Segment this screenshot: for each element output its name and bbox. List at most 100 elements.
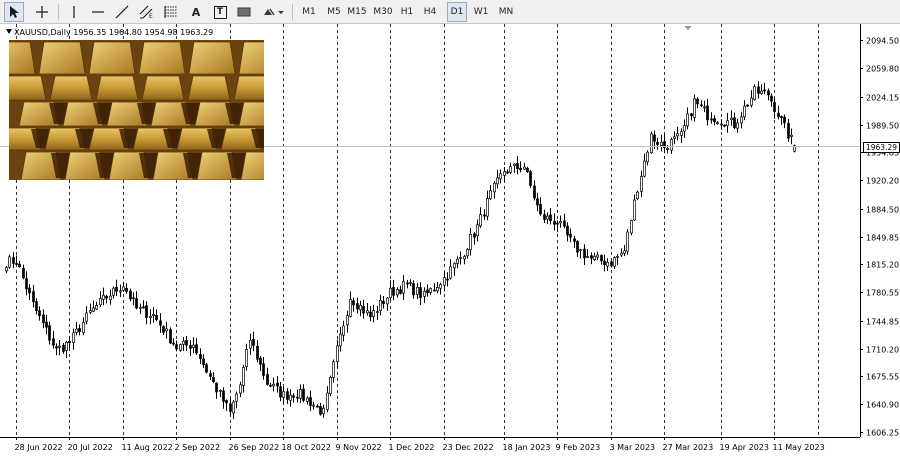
candle-bullish [396, 289, 399, 296]
cursor-button[interactable] [4, 2, 24, 22]
candle-bearish [162, 326, 165, 333]
candle-bearish [473, 233, 476, 238]
shapes-dropdown-button[interactable] [260, 2, 286, 22]
candle-bearish [536, 198, 539, 206]
candle-bullish [660, 141, 663, 146]
candle-bullish [596, 254, 599, 258]
time-axis-label: 23 Dec 2022 [443, 443, 494, 452]
timeframe-m15[interactable]: M15 [346, 2, 368, 22]
trend-line-button[interactable] [112, 2, 132, 22]
candle-bearish [757, 86, 760, 94]
time-axis-label: 20 Jul 2022 [68, 443, 113, 452]
toolbar-separator [58, 4, 59, 20]
candle-bullish [633, 199, 636, 221]
timeframe-h1[interactable]: H1 [398, 2, 416, 22]
candle-bullish [366, 310, 369, 314]
candle-bearish [566, 225, 569, 236]
candle-bullish [686, 113, 689, 127]
candle-bearish [603, 260, 606, 265]
candle-bearish [773, 102, 776, 112]
vertical-line-icon [68, 5, 80, 19]
text-tool-button[interactable]: A [186, 2, 206, 22]
price-axis-label: 1606.25 [866, 429, 899, 438]
candle-bearish [222, 390, 225, 402]
timeframe-m30[interactable]: M30 [372, 2, 394, 22]
timeframe-mn[interactable]: MN [496, 2, 516, 22]
candle-bullish [736, 122, 739, 129]
candle-bullish [282, 391, 285, 398]
candle-bullish [503, 171, 506, 176]
candle-bullish [85, 312, 88, 322]
candle-bullish [72, 332, 75, 343]
chart-shift-marker-icon[interactable] [684, 26, 692, 30]
candle-bearish [55, 346, 58, 349]
candle-bullish [326, 392, 329, 410]
candle-bullish [439, 284, 442, 289]
horizontal-line-button[interactable] [88, 2, 108, 22]
timeframe-h4[interactable]: H4 [420, 2, 440, 22]
time-axis-label: 18 Oct 2022 [282, 443, 331, 452]
timeframe-d1[interactable]: D1 [447, 2, 467, 22]
candle-bearish [573, 238, 576, 242]
candle-bearish [35, 301, 38, 312]
candle-bullish [499, 173, 502, 180]
crosshair-button[interactable] [32, 2, 52, 22]
horizontal-line-icon [91, 6, 105, 18]
candle-bearish [780, 116, 783, 118]
legend-toggle-icon[interactable] [6, 29, 12, 34]
candle-bearish [62, 344, 65, 352]
candle-bullish [92, 307, 95, 312]
candle-bearish [142, 306, 145, 309]
fibonacci-button[interactable] [161, 2, 181, 22]
candle-bearish [713, 118, 716, 123]
vertical-line-button[interactable] [64, 2, 84, 22]
candle-bearish [563, 220, 566, 227]
candle-bullish [245, 349, 248, 367]
candle-bullish [443, 277, 446, 286]
chart-legend: XAUUSD,Daily 1956.35 1964.80 1954.98 196… [6, 28, 213, 37]
candle-bullish [750, 97, 753, 106]
candle-bullish [509, 166, 512, 173]
candle-bearish [52, 338, 55, 346]
timeframe-w1[interactable]: W1 [471, 2, 491, 22]
text-label-button[interactable]: T [210, 2, 230, 22]
candle-bearish [553, 220, 556, 225]
candle-bearish [28, 287, 31, 294]
timeframe-m1[interactable]: M1 [300, 2, 318, 22]
candle-bullish [636, 191, 639, 199]
candle-bullish [89, 310, 92, 313]
candle-bullish [112, 287, 115, 296]
equidistant-channel-button[interactable]: E [137, 2, 157, 22]
price-axis-label: 2024.15 [866, 94, 899, 103]
gold-bar [38, 41, 86, 75]
candle-bearish [787, 123, 790, 139]
candle-bullish [102, 294, 105, 300]
time-axis-label: 9 Nov 2022 [336, 443, 382, 452]
timeframe-m5[interactable]: M5 [324, 2, 344, 22]
candle-bearish [446, 278, 449, 281]
candle-bearish [483, 214, 486, 217]
chart-area[interactable]: 2094.50 2059.80 2024.15 1989.50 1954.85 1920.… [0, 24, 900, 457]
candle-bullish [379, 300, 382, 311]
candle-bullish [165, 328, 168, 332]
gold-bars-image [9, 40, 264, 180]
time-axis-label: 11 May 2023 [773, 443, 825, 452]
cursor-icon [8, 5, 20, 19]
candle-bearish [590, 255, 593, 259]
candle-bullish [329, 376, 332, 394]
candle-bearish [105, 295, 108, 299]
candle-bullish [249, 339, 252, 349]
price-axis-label: 2059.80 [866, 65, 899, 74]
candle-bullish [670, 139, 673, 151]
candle-bearish [746, 104, 749, 107]
candle-bearish [252, 339, 255, 346]
candle-bearish [25, 278, 28, 290]
text-icon: A [191, 5, 201, 19]
rectangle-button[interactable] [234, 2, 254, 22]
shapes-dropdown-icon [262, 5, 284, 19]
candle-bullish [219, 389, 222, 392]
candle-bullish [306, 397, 309, 402]
candle-bearish [656, 141, 659, 145]
candle-bearish [125, 288, 128, 292]
price-axis-label: 1849.85 [866, 234, 899, 243]
